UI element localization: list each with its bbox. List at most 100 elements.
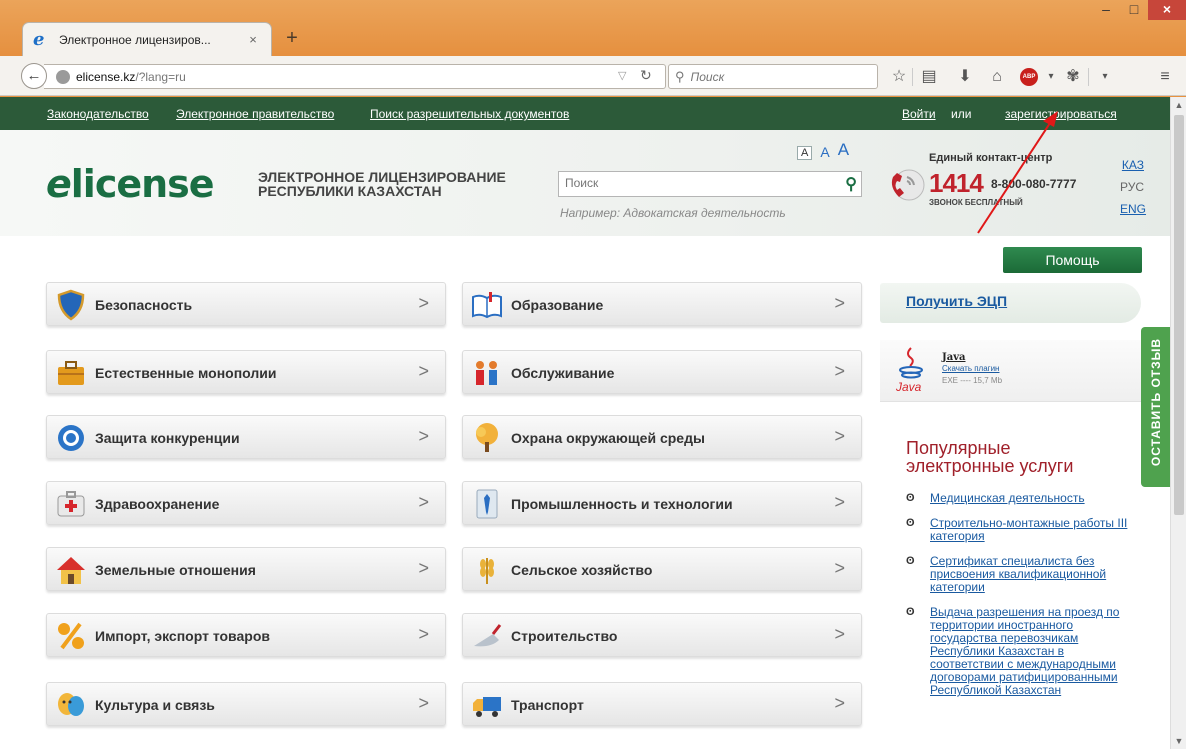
lang-eng[interactable]: ENG: [1120, 202, 1146, 216]
nav-link-e-government[interactable]: Электронное правительство: [176, 107, 334, 121]
reload-icon[interactable]: ↻: [640, 67, 652, 84]
java-file-info: EXE ---- 15,7 Mb: [942, 376, 1003, 385]
percent-icon: [58, 622, 84, 650]
extension-dropdown-icon[interactable]: ▾: [1094, 66, 1116, 88]
java-title[interactable]: Java: [942, 352, 966, 363]
get-ecp-link[interactable]: Получить ЭЦП: [906, 293, 1007, 309]
extension-icon[interactable]: ✾: [1062, 66, 1084, 88]
site-search-box: ⚲: [558, 171, 862, 197]
contact-center-short-number: 1414: [929, 168, 984, 198]
nav-link-permit-search[interactable]: Поиск разрешительных документов: [370, 107, 569, 121]
chevron-right-icon: >: [834, 492, 845, 512]
elicense-logo[interactable]: elicense: [46, 162, 215, 206]
back-button[interactable]: ←: [21, 63, 47, 89]
bookmark-star-icon[interactable]: ☆: [888, 66, 910, 88]
home-icon[interactable]: ⌂: [986, 66, 1008, 88]
toolbar-separator: [1088, 68, 1089, 86]
feedback-tab[interactable]: ОСТАВИТЬ ОТЗЫВ: [1141, 327, 1170, 487]
url-path: /?lang=ru: [135, 69, 186, 84]
category-natural-monopolies[interactable]: Естественные монополии >: [46, 350, 446, 394]
java-download-panel: Java Java Скачать плагин EXE ---- 15,7 M…: [880, 340, 1141, 402]
font-size-large[interactable]: A: [838, 140, 849, 160]
register-link[interactable]: зарегистрироваться: [1005, 107, 1117, 121]
popular-service-link[interactable]: Строительно-монтажные работы III категор…: [930, 516, 1127, 543]
toolbar-separator: [912, 68, 913, 86]
search-button-icon[interactable]: ⚲: [845, 174, 857, 194]
browser-tab[interactable]: e Электронное лицензиров... ×: [22, 22, 272, 56]
site-header: elicense ЭЛЕКТРОННОЕ ЛИЦЕНЗИРОВАНИЕ РЕСП…: [0, 130, 1170, 236]
url-host: elicense.kz: [76, 69, 136, 84]
login-link[interactable]: Войти: [902, 107, 936, 121]
category-industry[interactable]: Промышленность и технологии >: [462, 481, 862, 525]
category-education[interactable]: Образование >: [462, 282, 862, 326]
category-agriculture[interactable]: Сельское хозяйство >: [462, 547, 862, 591]
category-land-relations[interactable]: Земельные отношения >: [46, 547, 446, 591]
category-healthcare[interactable]: Здравоохранение >: [46, 481, 446, 525]
book-icon: [472, 292, 502, 319]
category-security[interactable]: Безопасность >: [46, 282, 446, 326]
java-logo-icon: Java: [895, 347, 923, 394]
nav-link-legislation[interactable]: Законодательство: [47, 107, 149, 121]
font-size-medium[interactable]: A: [820, 144, 829, 160]
window-close-button[interactable]: ×: [1148, 0, 1186, 20]
adblock-icon[interactable]: ABP: [1020, 68, 1038, 86]
downloads-icon[interactable]: ⬇: [954, 66, 976, 88]
list-item: ʘ Выдача разрешения на проезд по территор…: [906, 606, 1138, 697]
elicense-favicon-icon: e: [33, 28, 45, 50]
tab-title: Электронное лицензиров...: [59, 32, 211, 47]
people-icon: [476, 361, 497, 385]
chevron-right-icon: >: [418, 624, 429, 644]
contact-center-long-number: 8-800-080-7777: [991, 177, 1077, 191]
search-hint: Например: Адвокатская деятельность: [560, 206, 786, 220]
chevron-right-icon: >: [418, 492, 429, 512]
help-button[interactable]: Помощь: [1003, 247, 1142, 273]
new-tab-button[interactable]: +: [280, 27, 304, 51]
lang-kaz[interactable]: КАЗ: [1120, 158, 1144, 172]
list-item: ʘ Сертификат специалиста без присвоения к…: [906, 555, 1138, 594]
category-import-export[interactable]: Импорт, экспорт товаров >: [46, 613, 446, 657]
popular-services-title: Популярные электронные услуги: [906, 438, 1074, 476]
tab-close-icon[interactable]: ×: [245, 32, 261, 47]
browser-titlebar: e Электронное лицензиров... × + – □ ×: [0, 0, 1186, 58]
url-dropdown-icon[interactable]: ▽: [618, 69, 626, 82]
category-competition[interactable]: Защита конкуренции >: [46, 415, 446, 459]
site-title: ЭЛЕКТРОННОЕ ЛИЦЕНЗИРОВАНИЕ РЕСПУБЛИКИ КА…: [258, 169, 506, 199]
adblock-dropdown-icon[interactable]: ▾: [1040, 66, 1062, 88]
category-construction[interactable]: Строительство >: [462, 613, 862, 657]
site-search-input[interactable]: [565, 176, 825, 190]
medkit-icon: [57, 491, 85, 517]
web-page: Законодательство Электронное правительст…: [0, 97, 1170, 749]
scrollbar-thumb[interactable]: [1174, 115, 1184, 515]
house-icon: [57, 557, 85, 584]
scroll-up-icon[interactable]: ▲: [1171, 97, 1186, 113]
bullet-icon: ʘ: [906, 555, 915, 567]
font-size-small[interactable]: A: [797, 146, 813, 160]
window-maximize-button[interactable]: □: [1120, 0, 1148, 20]
menu-icon[interactable]: ≡: [1154, 66, 1176, 88]
browser-search-input[interactable]: [690, 69, 861, 84]
page-scrollbar[interactable]: ▲ ▼: [1170, 97, 1186, 749]
java-download-link[interactable]: Скачать плагин: [942, 364, 999, 373]
popular-service-link[interactable]: Сертификат специалиста без присвоения кв…: [930, 554, 1106, 594]
chevron-right-icon: >: [834, 293, 845, 313]
category-culture[interactable]: Культура и связь >: [46, 682, 446, 726]
category-environment[interactable]: Охрана окружающей среды >: [462, 415, 862, 459]
category-transport[interactable]: Транспорт >: [462, 682, 862, 726]
list-item: ʘ Строительно-монтажные работы III катего…: [906, 517, 1138, 543]
scroll-down-icon[interactable]: ▼: [1171, 733, 1186, 749]
address-bar[interactable]: elicense.kz/?lang=ru ▽ ↻: [44, 64, 666, 89]
search-icon: ⚲: [675, 68, 685, 84]
top-navigation-bar: Законодательство Электронное правительст…: [0, 97, 1170, 130]
bullet-icon: ʘ: [906, 517, 915, 529]
window-minimize-button[interactable]: –: [1092, 0, 1120, 20]
bookmarks-list-icon[interactable]: ▤: [918, 66, 940, 88]
target-icon: [58, 425, 84, 451]
get-ecp-panel: Получить ЭЦП: [880, 283, 1141, 323]
popular-service-link[interactable]: Медицинская деятельность: [930, 491, 1085, 505]
chevron-right-icon: >: [418, 558, 429, 578]
popular-service-link[interactable]: Выдача разрешения на проезд по территори…: [930, 605, 1119, 697]
browser-search-bar[interactable]: ⚲: [668, 64, 878, 89]
category-service[interactable]: Обслуживание >: [462, 350, 862, 394]
font-size-switcher: A A A: [797, 140, 849, 160]
popular-services-list: ʘ Медицинская деятельность ʘ Строительно-м…: [906, 492, 1138, 709]
